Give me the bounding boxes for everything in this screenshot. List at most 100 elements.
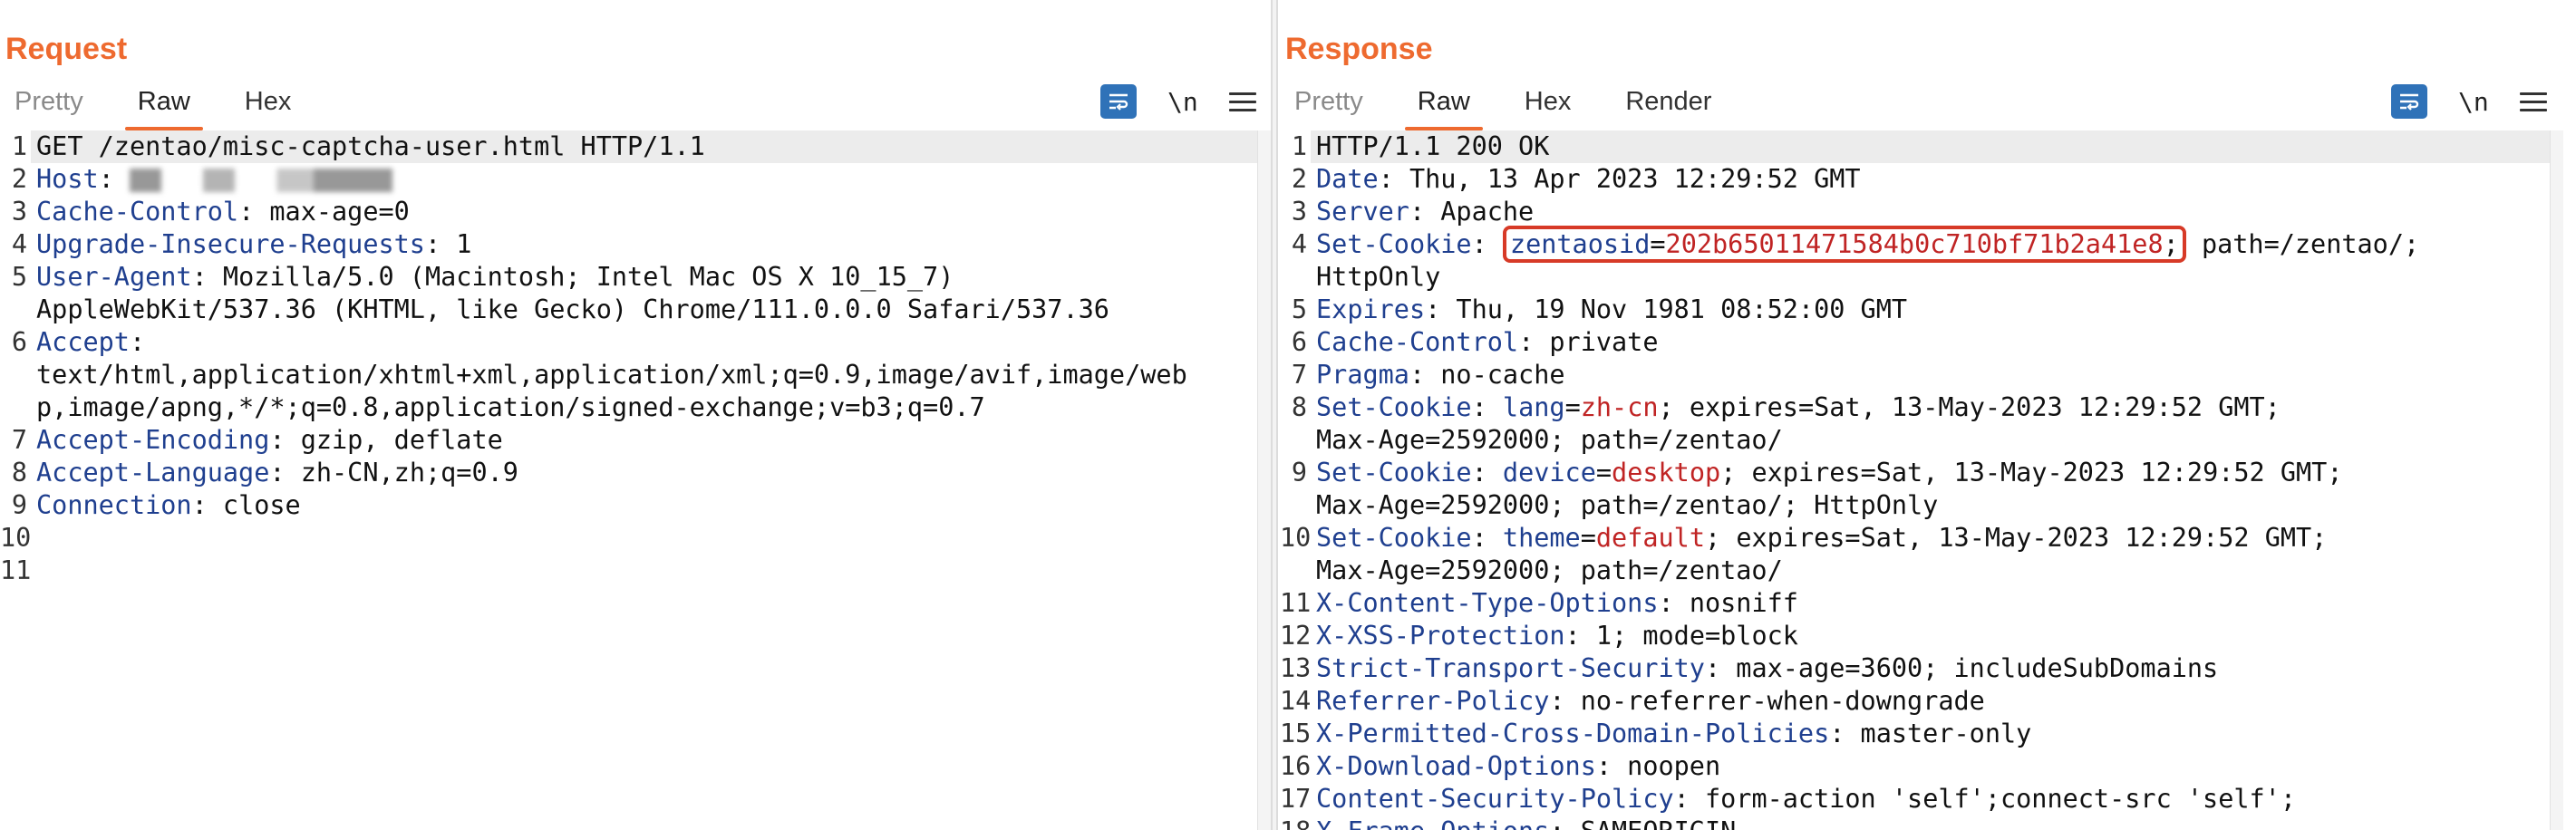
code-text: Accept-Language: zh-CN,zh;q=0.9 (31, 457, 1258, 489)
code-line: 3 Server: Apache (1280, 196, 2551, 228)
tab-pretty[interactable]: Pretty (1280, 83, 1390, 127)
header-name: Content-Security-Policy (1316, 784, 1674, 814)
tab-hex[interactable]: Hex (1497, 83, 1599, 127)
code-line: 2 Date: Thu, 13 Apr 2023 12:29:52 GMT (1280, 163, 2551, 196)
code-token: GET /zentao/misc-captcha-user.html HTTP/… (36, 131, 705, 161)
tab-hex[interactable]: Hex (218, 83, 319, 127)
response-editor[interactable]: 1 HTTP/1.1 200 OK 2 Date: Thu, 13 Apr 2023 … (1280, 130, 2551, 830)
code-token: : private (1518, 327, 1659, 357)
header-name: Accept-Language (36, 458, 270, 487)
code-text: HTTP/1.1 200 OK (1311, 130, 2551, 163)
header-name: X-Frame-Options (1316, 816, 1549, 830)
hamburger-menu-icon[interactable] (2519, 92, 2547, 111)
line-number: 4 (11, 229, 27, 259)
code-line: 6 Accept: (0, 326, 1258, 359)
tab-pretty[interactable]: Pretty (0, 83, 111, 127)
line-number (0, 359, 31, 391)
code-token: = (1595, 458, 1612, 487)
code-line: 13 Strict-Transport-Security: max-age=360… (1280, 652, 2551, 685)
code-text: Strict-Transport-Security: max-age=3600;… (1311, 652, 2551, 685)
hamburger-menu-icon[interactable] (1228, 92, 1256, 111)
code-token: : Mozilla/5.0 (Macintosh; Intel Mac OS X… (191, 262, 954, 292)
header-name: Cache-Control (1316, 327, 1519, 357)
line-number: 11 (0, 555, 32, 585)
header-name: Strict-Transport-Security (1316, 653, 1705, 683)
code-text: Max-Age=2592000; path=/zentao/ (1311, 555, 2551, 587)
line-number: 16 (1280, 751, 1312, 781)
code-text: Pragma: no-cache (1311, 359, 2551, 391)
code-text: Connection: close (31, 489, 1258, 522)
header-name: Upgrade-Insecure-Requests (36, 229, 425, 259)
request-scrollbar[interactable] (1257, 130, 1271, 830)
code-text: GET /zentao/misc-captcha-user.html HTTP/… (31, 130, 1258, 163)
show-newlines-button[interactable]: \n (1167, 87, 1198, 117)
tab-render[interactable]: Render (1598, 83, 1738, 127)
line-number (0, 294, 31, 326)
header-name: Expires (1316, 294, 1426, 324)
code-token: : master-only (1829, 719, 2032, 748)
wrap-lines-icon[interactable] (1100, 84, 1137, 119)
response-scrollbar[interactable] (2550, 130, 2563, 830)
code-token: path=/zentao/; (2185, 229, 2420, 259)
line-number: 18 (1280, 816, 1311, 830)
request-title: Request (5, 32, 128, 66)
wrap-lines-icon[interactable] (2391, 84, 2427, 119)
header-name: Set-Cookie (1316, 523, 1472, 553)
tab-raw[interactable]: Raw (111, 83, 218, 130)
code-token: : 1; mode=block (1564, 621, 1798, 651)
code-text: X-Permitted-Cross-Domain-Policies: maste… (1311, 718, 2551, 750)
line-number: 10 (0, 523, 32, 553)
code-token: HTTP/1.1 200 OK (1316, 131, 1550, 161)
request-editor[interactable]: 1 GET /zentao/misc-captcha-user.html HTTP… (0, 130, 1258, 830)
code-token: AppleWebKit/537.36 (KHTML, like Gecko) C… (36, 294, 1109, 324)
header-name: Set-Cookie (1316, 229, 1472, 259)
code-line: 1 HTTP/1.1 200 OK (1280, 130, 2551, 163)
session-cookie-highlight: zentaosid=202b65011471584b0c710bf71b2a41… (1502, 226, 2186, 263)
cookie-value: 202b65011471584b0c710bf71b2a41e8 (1665, 229, 2164, 259)
line-number: 10 (1280, 523, 1312, 553)
code-line: 6 Cache-Control: private (1280, 326, 2551, 359)
line-number: 6 (11, 327, 27, 357)
code-token: : (129, 327, 146, 357)
code-line: 7 Accept-Encoding: gzip, deflate (0, 424, 1258, 457)
code-text: Host: 9999 (31, 163, 1258, 196)
code-token: text/html,application/xhtml+xml,applicat… (36, 360, 1187, 390)
code-line: 10 (0, 522, 1258, 555)
line-number: 7 (1291, 360, 1307, 390)
code-text: Set-Cookie: device=desktop; expires=Sat,… (1311, 457, 2551, 489)
code-line: 10 Set-Cookie: theme=default; expires=Sat… (1280, 522, 2551, 555)
code-text: X-Content-Type-Options: nosniff (1311, 587, 2551, 620)
line-number: 3 (1291, 197, 1307, 227)
code-line: 12 X-XSS-Protection: 1; mode=block (1280, 620, 2551, 652)
show-newlines-button[interactable]: \n (2458, 87, 2489, 117)
header-name: Pragma (1316, 360, 1409, 390)
line-number (1280, 424, 1311, 457)
code-text: HttpOnly (1311, 261, 2551, 294)
code-text: Cache-Control: private (1311, 326, 2551, 359)
code-token: = (1650, 229, 1666, 259)
tab-raw[interactable]: Raw (1390, 83, 1497, 130)
header-name: theme (1502, 523, 1581, 553)
line-number: 13 (1280, 653, 1312, 683)
line-number: 17 (1280, 784, 1312, 814)
cookie-value: desktop (1612, 458, 1721, 487)
code-text: Max-Age=2592000; path=/zentao/; HttpOnly (1311, 489, 2551, 522)
code-text: X-Frame-Options: SAMEORIGIN (1311, 816, 2551, 830)
line-number: 2 (11, 164, 27, 194)
code-text: Accept-Encoding: gzip, deflate (31, 424, 1258, 457)
code-text: Accept: (31, 326, 1258, 359)
code-line: 16 X-Download-Options: noopen (1280, 750, 2551, 783)
header-name: Set-Cookie (1316, 458, 1472, 487)
header-name: Cache-Control (36, 197, 239, 227)
code-line: Max-Age=2592000; path=/zentao/; HttpOnly (1280, 489, 2551, 522)
code-line: 14 Referrer-Policy: no-referrer-when-down… (1280, 685, 2551, 718)
code-text: Set-Cookie: zentaosid=202b65011471584b0c… (1311, 226, 2551, 263)
pane-divider[interactable] (1271, 0, 1278, 830)
header-name: X-Download-Options (1316, 751, 1596, 781)
line-number: 6 (1291, 327, 1307, 357)
code-token: : form-action 'self';connect-src 'self'; (1673, 784, 2296, 814)
code-token: : Thu, 13 Apr 2023 12:29:52 GMT (1378, 164, 1861, 194)
cookie-value: zh-cn (1580, 392, 1659, 422)
line-number: 12 (1280, 621, 1312, 651)
code-line: p,image/apng,*/*;q=0.8,application/signe… (0, 391, 1258, 424)
